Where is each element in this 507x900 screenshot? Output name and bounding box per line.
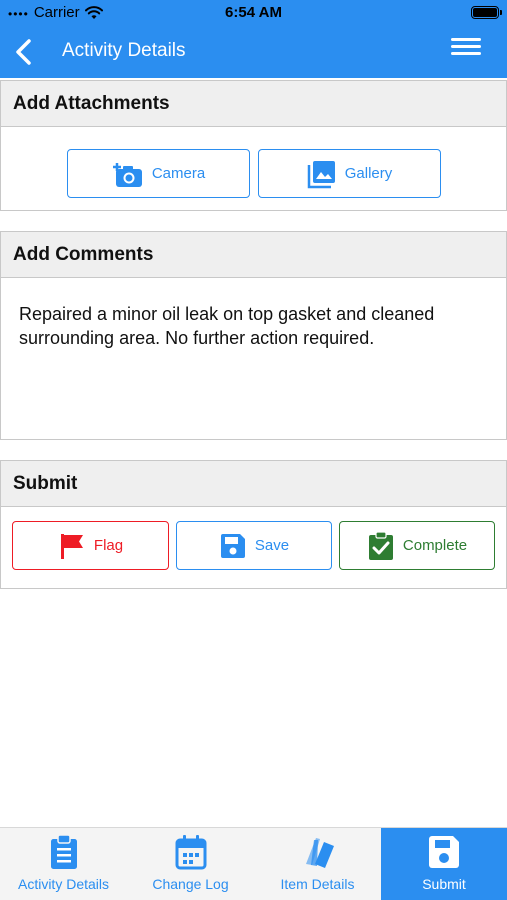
tab-item-details[interactable]: Item Details (254, 828, 381, 900)
gallery-label: Gallery (344, 165, 393, 182)
submit-section: Submit Flag Save Complete (0, 460, 507, 589)
camera-label: Camera (151, 165, 206, 182)
tags-icon (305, 838, 334, 868)
complete-label: Complete (402, 537, 468, 554)
comments-header: Add Comments (1, 232, 506, 278)
gallery-icon (307, 160, 335, 188)
status-time: 6:54 AM (225, 4, 282, 21)
tab-bar: Activity Details Change Log Item Details (0, 827, 507, 900)
back-button[interactable] (10, 36, 38, 68)
tab-label: Item Details (280, 876, 355, 892)
gallery-button[interactable]: Gallery (258, 149, 441, 198)
complete-button[interactable]: Complete (339, 521, 495, 570)
page-title: Activity Details (62, 40, 186, 61)
tab-label: Activity Details (17, 876, 110, 892)
tab-label: Change Log (152, 876, 229, 892)
attachments-header: Add Attachments (1, 81, 506, 127)
clipboard-check-icon (368, 530, 393, 560)
attachments-section: Add Attachments Camera Gallery (0, 80, 507, 211)
nav-bar: Activity Details (0, 26, 507, 78)
battery-icon (471, 6, 502, 19)
flag-button[interactable]: Flag (12, 521, 169, 570)
camera-icon (112, 162, 142, 187)
tab-submit[interactable]: Submit (381, 828, 507, 900)
status-bar: •••• Carrier 6:54 AM (0, 0, 507, 26)
submit-header: Submit (1, 461, 506, 507)
calendar-icon (175, 835, 206, 870)
hamburger-icon (451, 38, 481, 41)
camera-button[interactable]: Camera (67, 149, 250, 198)
flag-icon (60, 533, 83, 559)
tab-label: Submit (422, 876, 466, 892)
chevron-left-icon (16, 39, 31, 65)
save-button[interactable]: Save (176, 521, 332, 570)
menu-button[interactable] (449, 34, 483, 60)
tab-activity-details[interactable]: Activity Details (0, 828, 127, 900)
clipboard-icon (50, 834, 77, 869)
flag-label: Flag (93, 537, 124, 554)
tab-change-log[interactable]: Change Log (127, 828, 254, 900)
comments-textarea[interactable]: Repaired a minor oil leak on top gasket … (1, 278, 506, 374)
comments-section: Add Comments Repaired a minor oil leak o… (0, 231, 507, 440)
save-icon (220, 533, 245, 558)
save-icon (429, 836, 459, 868)
save-label: Save (254, 537, 290, 554)
